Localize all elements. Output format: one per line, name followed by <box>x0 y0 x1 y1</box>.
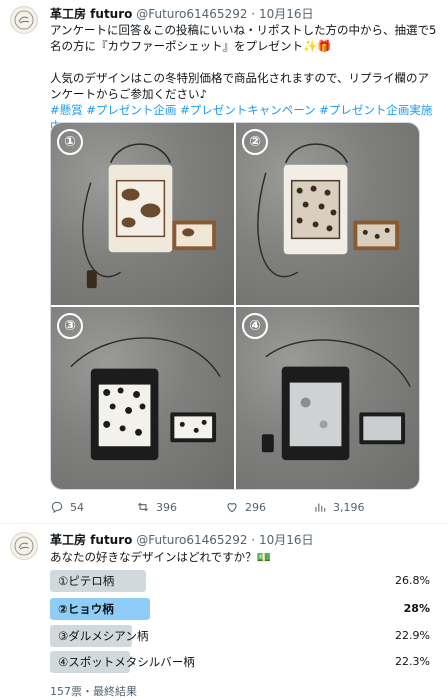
reply-count: 54 <box>70 500 84 514</box>
poll-option-label-4: ④スポットメタシルバー柄 <box>58 655 195 669</box>
photo-number-2: ② <box>242 129 268 155</box>
timestamp[interactable]: 10月16日 <box>259 533 314 547</box>
photo-4[interactable]: ④ <box>236 307 419 489</box>
author-handle[interactable]: @Futuro61465292 <box>136 533 247 547</box>
avatar[interactable] <box>10 532 38 560</box>
reply-icon <box>51 501 63 514</box>
tweet-text-line1: アンケートに回答＆この投稿にいいね・リポストした方の中から、抽選で5名の方に『カ… <box>50 23 437 53</box>
logo-icon <box>14 10 34 30</box>
author-name[interactable]: 革工房 futuro <box>50 533 132 547</box>
poll-question-line: あなたの好きなデザインはどれですか？💵 <box>50 549 440 565</box>
money-emoji: 💵 <box>256 550 271 564</box>
poll-option-3: ③ダルメシアン柄 22.9% <box>50 625 438 647</box>
separator: · <box>247 7 259 21</box>
poll-option-2: ②ヒョウ柄 28% <box>50 598 438 620</box>
photo-1[interactable]: ① <box>51 123 234 305</box>
poll-option-label-1: ①ピテロ柄 <box>58 574 115 588</box>
logo-icon <box>14 536 34 556</box>
poll-option-label-2: ②ヒョウ柄 <box>58 602 114 616</box>
like-button[interactable]: 296 <box>225 500 266 514</box>
poll-percent-3: 22.9% <box>395 629 430 642</box>
repost-icon <box>137 502 149 512</box>
tweet-1[interactable]: 革工房 futuro @Futuro61465292 · 10月16日 アンケー… <box>0 0 448 524</box>
poll-question: あなたの好きなデザインはどれですか？ <box>50 550 257 564</box>
views-count: 3,196 <box>333 500 365 514</box>
author-handle[interactable]: @Futuro61465292 <box>136 7 247 21</box>
poll-summary: 157票・最終結果 <box>50 685 137 698</box>
tweet-text: アンケートに回答＆この投稿にいいね・リポストした方の中から、抽選で5名の方に『カ… <box>50 22 440 134</box>
photo-2[interactable]: ② <box>236 123 419 305</box>
timestamp[interactable]: 10月16日 <box>259 7 314 21</box>
avatar[interactable] <box>10 6 38 34</box>
tweet-text-line2: 人気のデザインはこの冬特別価格で商品化されますので、リプライ欄のアンケートからご… <box>50 71 430 101</box>
photo-number-3: ③ <box>57 313 83 339</box>
photo-number-4: ④ <box>242 313 268 339</box>
poll-percent-1: 26.8% <box>395 574 430 587</box>
tweet-header: 革工房 futuro @Futuro61465292 · 10月16日 <box>50 532 440 548</box>
poll-percent-4: 22.3% <box>395 655 430 668</box>
views-icon <box>315 503 326 512</box>
photo-number-1: ① <box>57 129 83 155</box>
reply-button[interactable]: 54 <box>50 500 84 514</box>
action-bar: 54 396 296 3,196 <box>50 500 420 516</box>
poll-option-label-3: ③ダルメシアン柄 <box>58 629 149 643</box>
heart-icon <box>227 503 237 513</box>
repost-button[interactable]: 396 <box>136 500 177 514</box>
photo-grid[interactable]: ① ② ③ ④ <box>50 122 420 490</box>
author-name[interactable]: 革工房 futuro <box>50 7 132 21</box>
poll-option-4: ④スポットメタシルバー柄 22.3% <box>50 651 438 673</box>
tweet-header: 革工房 futuro @Futuro61465292 · 10月16日 <box>50 6 440 22</box>
tweet-2[interactable]: 革工房 futuro @Futuro61465292 · 10月16日 あなたの… <box>0 524 448 700</box>
like-count: 296 <box>245 500 266 514</box>
poll-option-1: ①ピテロ柄 26.8% <box>50 570 438 592</box>
repost-count: 396 <box>156 500 177 514</box>
poll-percent-2: 28% <box>403 602 430 615</box>
photo-3[interactable]: ③ <box>51 307 234 489</box>
separator: · <box>247 533 259 547</box>
views-button[interactable]: 3,196 <box>313 500 365 514</box>
